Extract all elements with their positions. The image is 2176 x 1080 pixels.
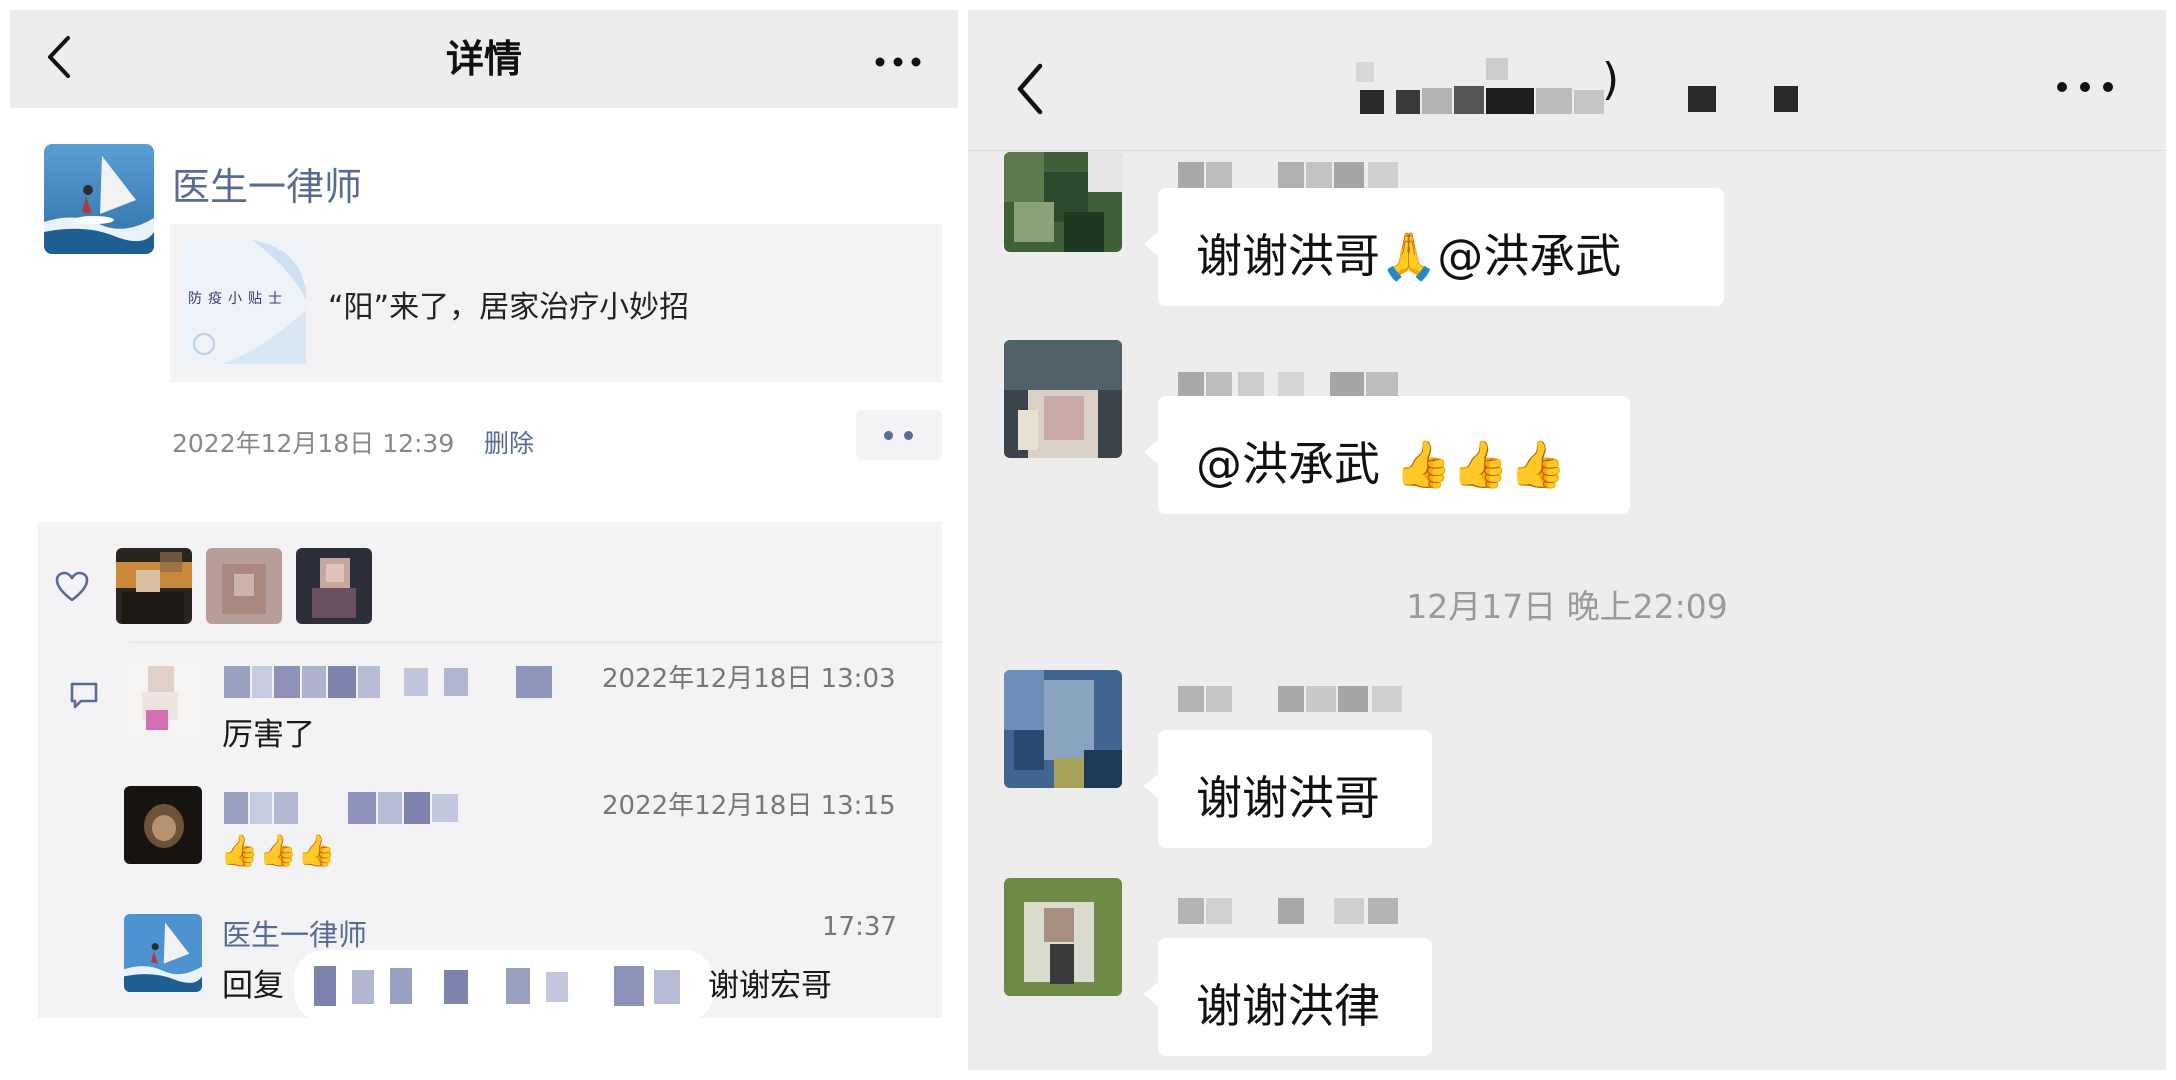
liker-avatar[interactable] [206, 548, 282, 624]
heart-icon [55, 571, 89, 602]
comment-text: 👍👍👍 [220, 833, 336, 869]
page-title: 详情 [445, 37, 522, 81]
sender-name-blurred [1178, 162, 1398, 188]
message-bubble[interactable]: 谢谢洪律 [1144, 938, 1432, 1056]
message-bubble[interactable]: 谢谢洪哥 [1144, 730, 1432, 848]
sender-name-blurred [1178, 372, 1398, 398]
sender-avatar[interactable] [1004, 340, 1122, 458]
comment-time: 17:37 [822, 912, 897, 942]
commenter-name-blurred [224, 792, 458, 824]
message-bubble[interactable]: 谢谢洪哥🙏@洪承武 [1144, 188, 1724, 306]
sender-name-blurred [1178, 898, 1398, 924]
chat-title-blurred [1356, 58, 1604, 114]
liker-avatar[interactable] [296, 548, 372, 624]
message-text: @洪承武 👍👍👍 [1196, 437, 1567, 491]
moments-header: 详情 [10, 10, 958, 108]
comment-icon [70, 682, 98, 709]
more-icon[interactable] [2050, 72, 2120, 102]
commenter-avatar[interactable] [124, 660, 202, 738]
chat-timestamp: 12月17日 晚上22:09 [1406, 587, 1728, 626]
post-time: 2022年12月18日 12:39 [172, 429, 455, 458]
like-comment-button[interactable] [856, 410, 942, 460]
author-name[interactable]: 医生一律师 [172, 156, 362, 211]
commenter-avatar[interactable] [124, 914, 202, 992]
sender-name-blurred [1178, 686, 1402, 712]
commenter-name-blurred [224, 666, 552, 698]
comment-time: 2022年12月18日 13:03 [602, 664, 896, 694]
message-text: 谢谢洪律 [1196, 979, 1380, 1033]
divider [130, 642, 942, 643]
more-icon[interactable] [868, 40, 928, 80]
message-text: 谢谢洪哥🙏@洪承武 [1196, 229, 1622, 283]
group-chat-panel: ) 谢谢洪哥🙏@洪承武 @洪承武 👍👍👍 12月17日 晚上22:09 谢谢洪哥… [968, 10, 2166, 1070]
chat-title-blurred [1774, 86, 1798, 112]
sender-avatar[interactable] [1004, 670, 1122, 788]
delete-link[interactable]: 删除 [484, 424, 534, 460]
comment-text-prefix: 回复 [222, 968, 284, 1004]
message-bubble[interactable]: @洪承武 👍👍👍 [1144, 396, 1630, 514]
message-text: 谢谢洪哥 [1196, 771, 1380, 825]
moments-detail-panel: 详情 医生一律师 防疫小贴士 “阳”来了，居家治疗小妙招 2022年12月18日… [10, 10, 958, 1070]
shared-article-title: “阳”来了，居家治疗小妙招 [328, 290, 690, 325]
author-avatar[interactable] [44, 144, 154, 254]
sender-avatar[interactable] [1004, 152, 1122, 252]
thumbnail-text: 防疫小贴士 [188, 291, 288, 307]
sender-avatar[interactable] [1004, 878, 1122, 996]
commenter-avatar[interactable] [124, 786, 202, 864]
shared-article-card[interactable]: 防疫小贴士 “阳”来了，居家治疗小妙招 [170, 224, 942, 382]
chat-title-blurred [1688, 86, 1716, 112]
reply-target-blurred [294, 950, 714, 1022]
comment-text: 厉害了 [222, 717, 315, 753]
chat-title-suffix: ) [1602, 54, 1620, 105]
comment-text-suffix: 谢谢宏哥 [708, 968, 832, 1004]
liker-avatar[interactable] [116, 548, 192, 624]
commenter-name[interactable]: 医生一律师 [222, 912, 367, 954]
comment-time: 2022年12月18日 13:15 [602, 791, 896, 821]
chat-header: ) [968, 10, 2166, 151]
back-icon[interactable] [1008, 58, 1054, 120]
article-thumbnail: 防疫小贴士 [182, 240, 306, 364]
